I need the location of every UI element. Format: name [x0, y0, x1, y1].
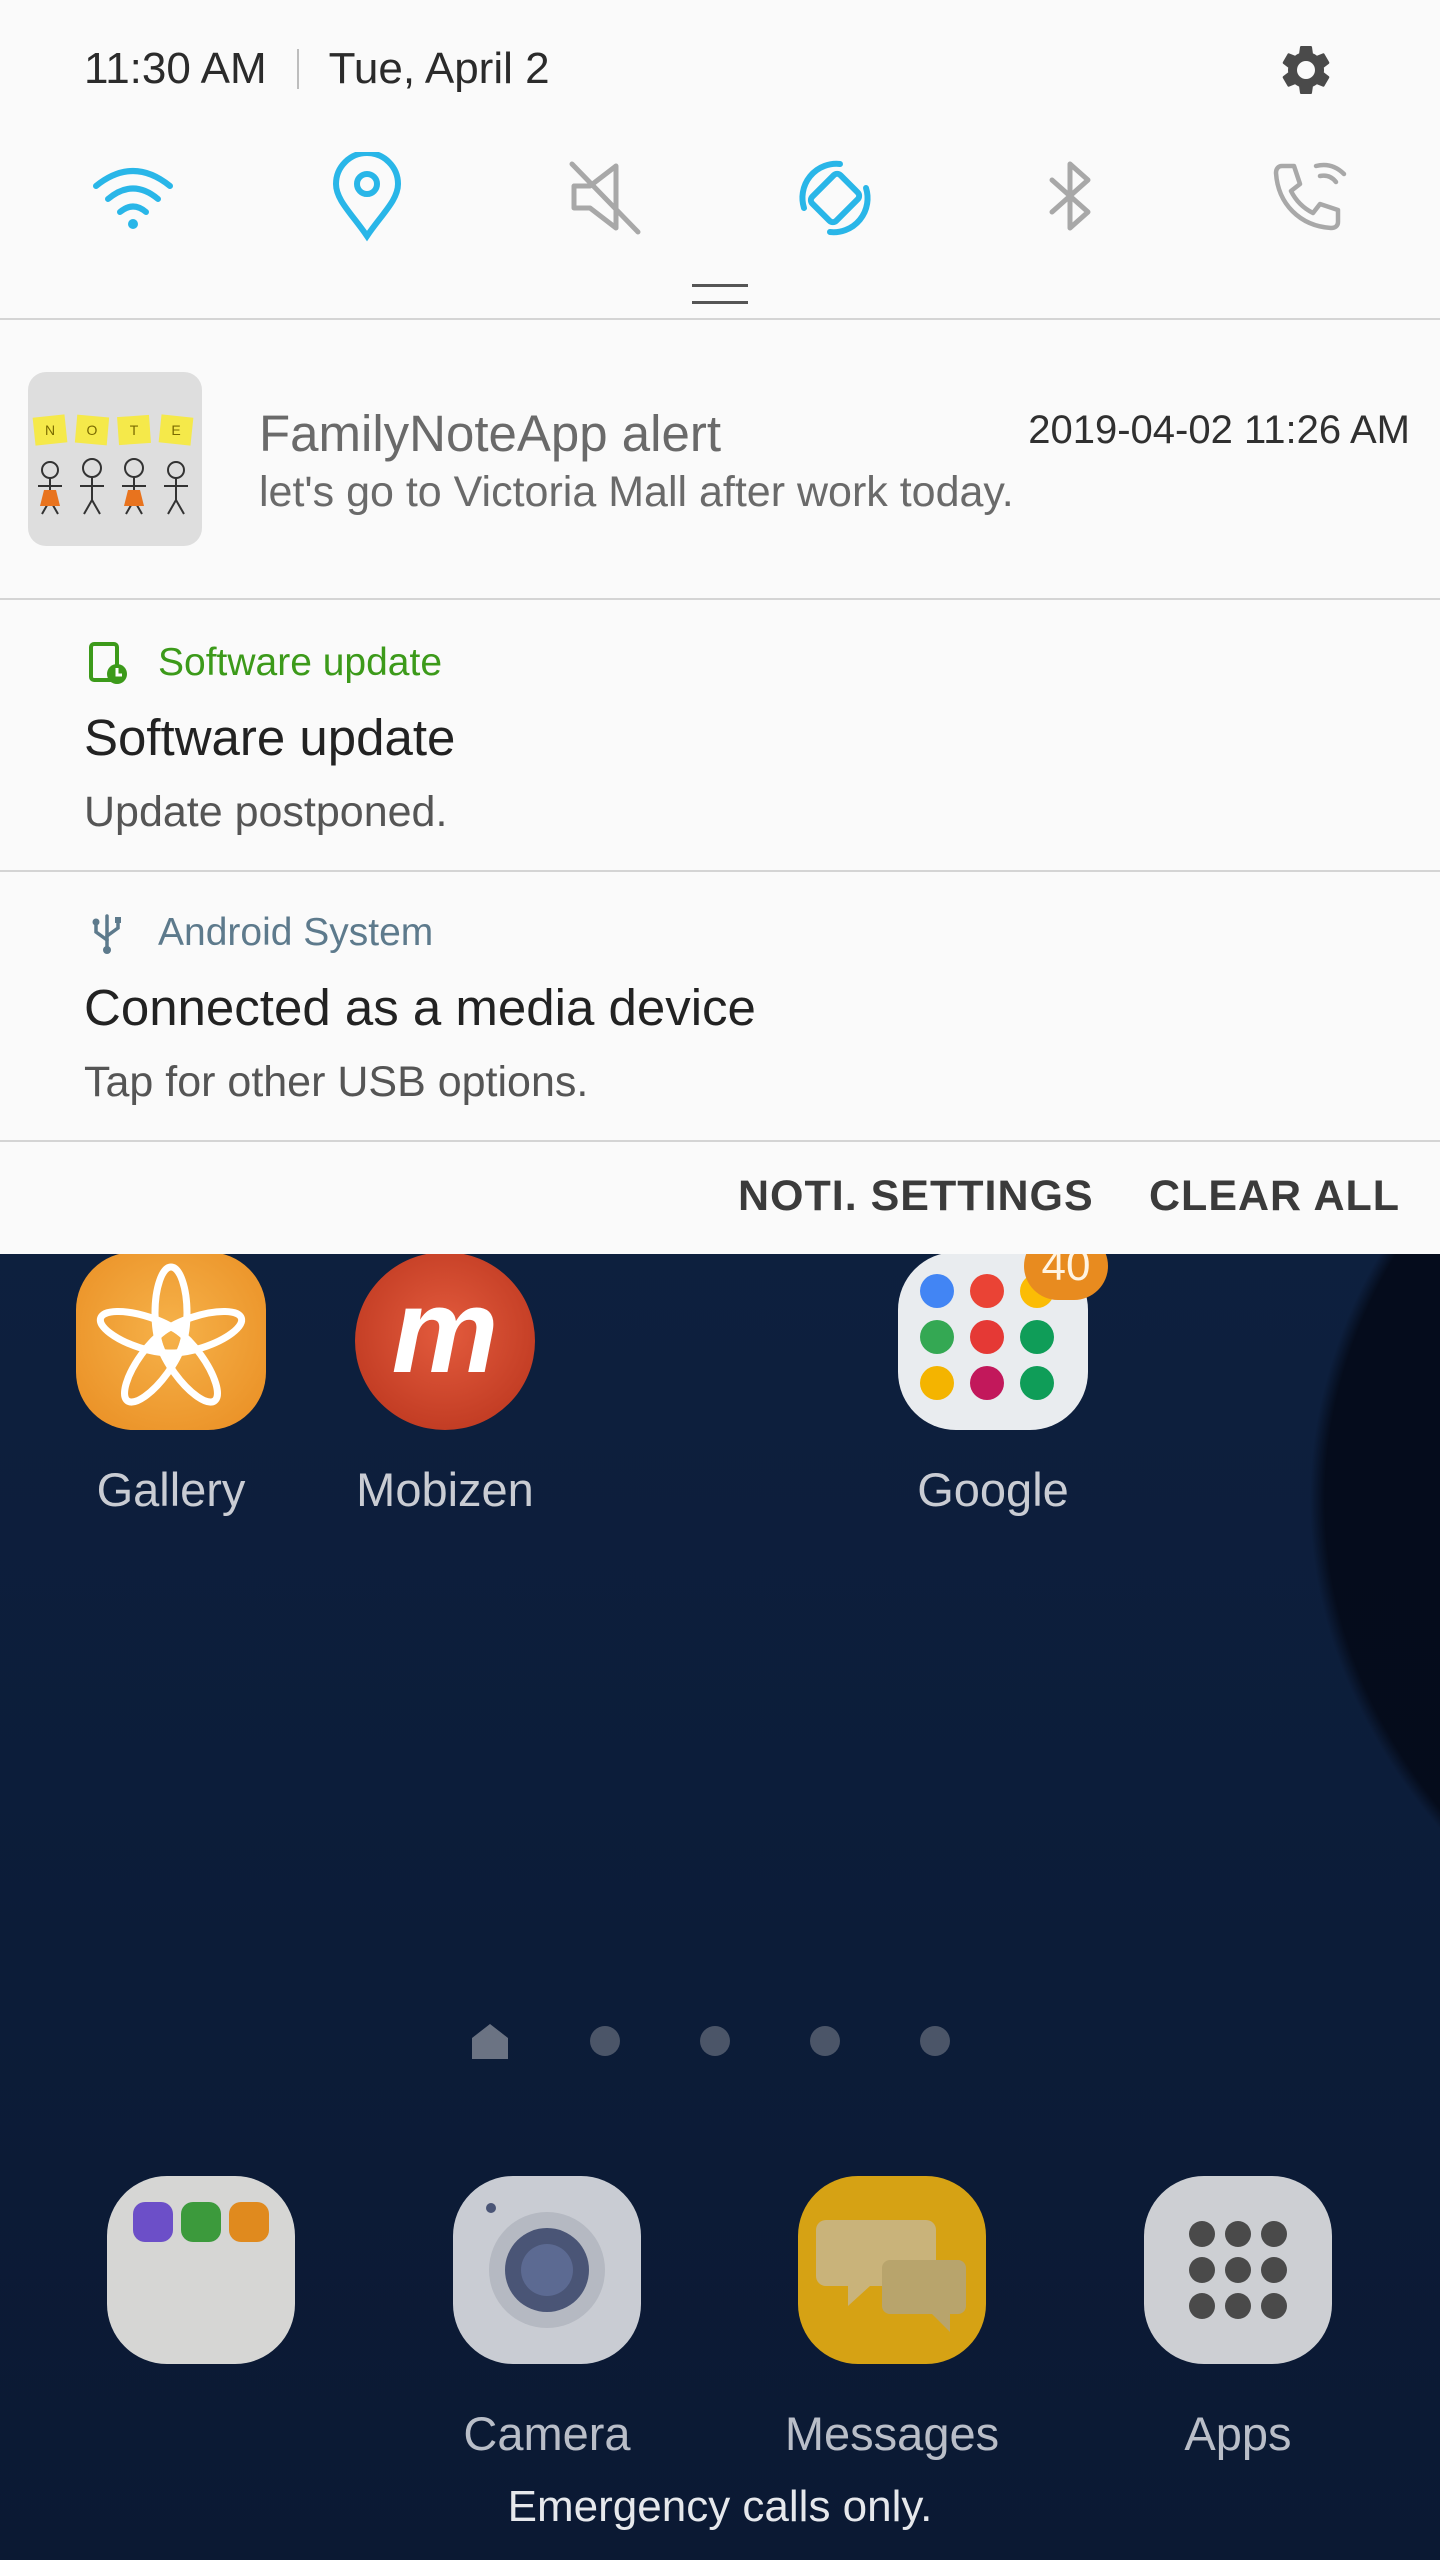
- notification-title: Software update: [84, 709, 456, 766]
- notification-title: FamilyNoteApp alert: [259, 405, 722, 462]
- dock-messages[interactable]: Messages: [762, 2176, 1022, 2462]
- camera-icon: [453, 2176, 641, 2364]
- google-folder-icon: 40: [898, 1232, 1108, 1430]
- page-dot: [920, 2026, 950, 2056]
- notification-familynoteapp[interactable]: N O T E FamilyNoteApp alert 2019-04-02 1…: [0, 322, 1440, 598]
- notification-app-header: Android System: [84, 910, 433, 956]
- note-letter: E: [171, 422, 180, 438]
- notification-body: Update postponed.: [84, 788, 448, 836]
- apps-grid-icon: [1144, 2176, 1332, 2364]
- note-letter: O: [87, 422, 98, 438]
- status-header: 11:30 AM Tue, April 2: [84, 44, 550, 94]
- settings-gear-icon[interactable]: [1276, 40, 1336, 100]
- emergency-calls-text: Emergency calls only.: [507, 2482, 933, 2531]
- app-label: Gallery: [96, 1463, 246, 1516]
- notification-panel: 11:30 AM Tue, April 2 N O T E FamilyNote…: [0, 0, 1440, 1254]
- app-label: Google: [917, 1463, 1069, 1516]
- divider: [0, 598, 1440, 600]
- app-label: Apps: [1184, 2407, 1292, 2460]
- divider: [0, 318, 1440, 320]
- app-mobizen[interactable]: m Mobizen: [335, 1252, 555, 1517]
- panel-expand-handle[interactable]: [692, 284, 748, 304]
- notification-app-name: Android System: [158, 911, 434, 954]
- app-label: Messages: [784, 2407, 1000, 2460]
- auto-rotate-icon[interactable]: [790, 152, 880, 242]
- notification-software-update[interactable]: Software update Software update Update p…: [0, 602, 1440, 872]
- separator: [296, 49, 299, 89]
- divider: [0, 1140, 1440, 1142]
- app-google-folder[interactable]: 40 Google: [883, 1232, 1108, 1517]
- notification-body: let's go to Victoria Mall after work tod…: [259, 468, 1014, 516]
- page-indicator[interactable]: [470, 2022, 950, 2060]
- svg-text:m: m: [392, 1264, 499, 1398]
- folder-icon: [107, 2176, 295, 2364]
- software-update-icon: [89, 642, 127, 684]
- app-label: [71, 2406, 331, 2462]
- usb-icon: [92, 914, 121, 954]
- app-label: Camera: [463, 2407, 631, 2460]
- notification-title: Connected as a media device: [84, 979, 756, 1036]
- page-dot: [810, 2026, 840, 2056]
- notification-app-name: Software update: [158, 641, 443, 684]
- page-dot: [700, 2026, 730, 2056]
- notification-body: Tap for other USB options.: [84, 1058, 589, 1106]
- home-page-icon: [472, 2024, 508, 2059]
- dock-camera[interactable]: Camera: [417, 2176, 677, 2462]
- app-label: Mobizen: [356, 1463, 534, 1516]
- date: Tue, April 2: [328, 44, 550, 93]
- gallery-icon: [76, 1252, 266, 1430]
- noti-settings-button[interactable]: NOTI. SETTINGS: [738, 1172, 1094, 1221]
- note-letter: N: [45, 422, 55, 438]
- note-letter: T: [130, 422, 139, 438]
- messages-icon: [798, 2176, 986, 2364]
- sound-muted-icon[interactable]: [560, 152, 650, 242]
- notification-timestamp: 2019-04-02 11:26 AM: [1028, 408, 1410, 452]
- clear-all-button[interactable]: CLEAR ALL: [1149, 1172, 1400, 1221]
- dock-apps[interactable]: Apps: [1108, 2176, 1368, 2462]
- app-gallery[interactable]: Gallery: [61, 1252, 281, 1517]
- dock-folder[interactable]: [71, 2176, 331, 2462]
- wifi-icon[interactable]: [88, 152, 178, 242]
- wifi-calling-icon[interactable]: [1260, 152, 1350, 242]
- familynote-app-icon: N O T E: [28, 372, 202, 546]
- mobizen-icon: m: [355, 1252, 535, 1430]
- clock: 11:30 AM: [84, 44, 267, 93]
- quick-settings-row: [0, 152, 1440, 242]
- notification-android-system[interactable]: Android System Connected as a media devi…: [0, 872, 1440, 1142]
- bluetooth-icon[interactable]: [1026, 152, 1116, 242]
- page-dot: [590, 2026, 620, 2056]
- notification-app-header: Software update: [84, 640, 442, 686]
- location-icon[interactable]: [322, 152, 412, 242]
